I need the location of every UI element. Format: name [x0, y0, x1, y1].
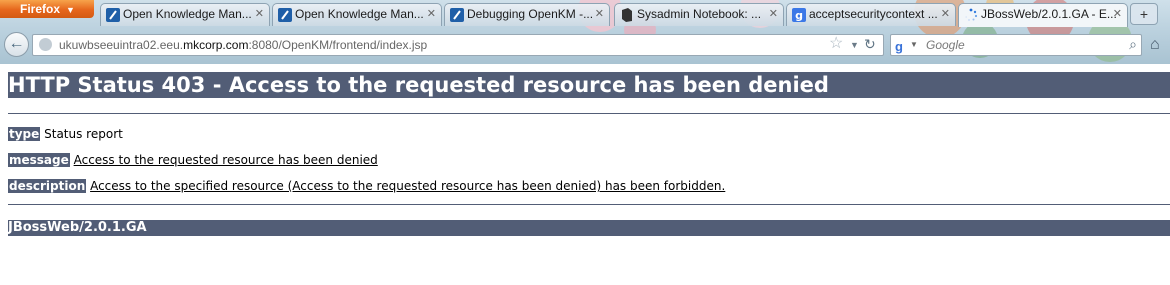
tab-jbossweb[interactable]: JBossWeb/2.0.1.GA - E... ✕ — [958, 3, 1128, 27]
tab-label: acceptsecuritycontext ... — [809, 7, 938, 21]
new-tab-button[interactable]: + — [1130, 3, 1158, 25]
description-value: Access to the specified resource (Access… — [90, 179, 726, 193]
search-placeholder: Google — [926, 38, 965, 52]
type-row: type Status report — [8, 126, 123, 142]
openkm-icon — [450, 8, 464, 22]
firefox-menu-label: Firefox — [20, 2, 61, 16]
close-tab-icon[interactable]: ✕ — [769, 4, 778, 25]
google-icon: g — [792, 8, 806, 22]
tab-sysadmin-notebook[interactable]: Sysadmin Notebook: ... ✕ — [614, 3, 784, 26]
server-footer: JBossWeb/2.0.1.GA — [8, 220, 1170, 236]
close-tab-icon[interactable]: ✕ — [1113, 4, 1122, 25]
message-row: message Access to the requested resource… — [8, 152, 378, 168]
arrow-left-icon: ← — [8, 35, 25, 52]
plus-icon: + — [1139, 6, 1149, 22]
tab-label: Open Knowledge Man... — [123, 7, 252, 21]
openkm-icon — [278, 8, 292, 22]
svg-text:g: g — [795, 9, 803, 22]
type-value: Status report — [44, 127, 123, 141]
search-icon[interactable]: ⌕ — [1129, 34, 1137, 54]
message-value: Access to the requested resource has bee… — [73, 153, 378, 167]
close-tab-icon[interactable]: ✕ — [255, 4, 264, 25]
tab-openkm-1[interactable]: Open Knowledge Man... ✕ — [100, 3, 270, 26]
description-row: description Access to the specified reso… — [8, 178, 725, 194]
back-button[interactable]: ← — [4, 32, 29, 57]
home-icon[interactable]: ⌂ — [1150, 36, 1160, 54]
url-domain: mkcorp.com — [183, 38, 249, 52]
reload-icon[interactable]: ↻ — [864, 34, 876, 54]
google-icon[interactable]: g — [895, 37, 903, 57]
chevron-down-icon: ▼ — [66, 5, 75, 15]
chevron-down-icon[interactable]: ▼ — [850, 35, 859, 55]
type-label: type — [8, 127, 41, 141]
openkm-icon — [106, 8, 120, 22]
navigation-bar: ← ukuwbseeuintra02.eeu.mkcorp.com:8080/O… — [0, 27, 1170, 62]
address-bar[interactable]: ukuwbseeuintra02.eeu.mkcorp.com:8080/Ope… — [32, 34, 884, 56]
notebook-icon — [622, 8, 632, 22]
browser-chrome: Firefox ▼ Open Knowledge Man... ✕ Open Kn… — [0, 0, 1170, 64]
loading-icon — [965, 8, 978, 21]
close-tab-icon[interactable]: ✕ — [941, 4, 950, 25]
search-bar[interactable]: g ▼ Google ⌕ — [890, 34, 1142, 56]
tab-openkm-2[interactable]: Open Knowledge Man... ✕ — [272, 3, 442, 26]
tab-label: JBossWeb/2.0.1.GA - E... — [981, 7, 1117, 21]
globe-icon — [39, 38, 52, 51]
bookmark-star-icon[interactable]: ☆ — [829, 34, 843, 54]
tab-label: Debugging OpenKM -... — [467, 7, 594, 21]
divider — [8, 113, 1170, 114]
divider — [8, 204, 1170, 205]
close-tab-icon[interactable]: ✕ — [595, 4, 604, 25]
tab-label: Open Knowledge Man... — [295, 7, 424, 21]
page-title: HTTP Status 403 - Access to the requeste… — [8, 72, 1170, 98]
tab-label: Sysadmin Notebook: ... — [637, 7, 762, 21]
close-tab-icon[interactable]: ✕ — [427, 4, 436, 25]
url-text: ukuwbseeuintra02.eeu.mkcorp.com:8080/Ope… — [59, 38, 428, 52]
tab-acceptsecuritycontext[interactable]: g acceptsecuritycontext ... ✕ — [786, 3, 956, 26]
page-content: HTTP Status 403 - Access to the requeste… — [0, 64, 1170, 285]
firefox-menu-button[interactable]: Firefox ▼ — [0, 0, 94, 18]
chevron-down-icon[interactable]: ▼ — [910, 35, 918, 55]
message-label: message — [8, 153, 70, 167]
description-label: description — [8, 179, 87, 193]
tab-debugging-openkm[interactable]: Debugging OpenKM -... ✕ — [444, 3, 610, 26]
